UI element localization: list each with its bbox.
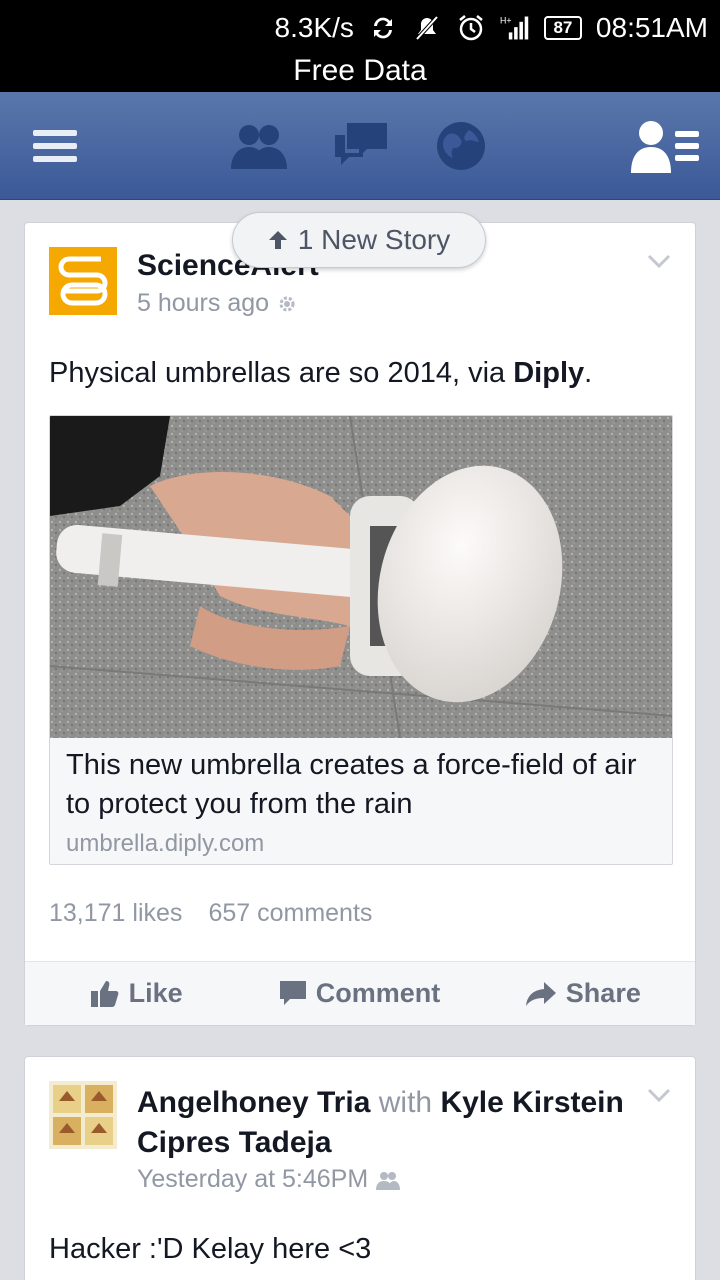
- feed-story-card: ScienceAlert 5 hours ago Physical umbrel…: [24, 222, 696, 1026]
- umbrella-photo: [50, 416, 672, 738]
- menu-icon: [33, 130, 77, 162]
- likes-count[interactable]: 13,171 likes: [49, 899, 182, 928]
- notifications-globe-icon: [437, 122, 485, 170]
- comment-button[interactable]: Comment: [248, 962, 471, 1025]
- arrow-up-icon: [268, 231, 287, 249]
- settings-gear-icon: [279, 296, 295, 311]
- comment-bubble-icon: [279, 980, 306, 1005]
- story-text: Physical umbrellas are so 2014, via Dipl…: [49, 357, 593, 389]
- status-icons: 8.3K/s H+ 87 08:51AM: [275, 10, 708, 46]
- link-domain: umbrella.diply.com: [66, 830, 265, 857]
- chevron-down-icon[interactable]: [647, 1087, 671, 1103]
- new-story-button[interactable]: 1 New Story: [232, 212, 486, 268]
- svg-text:H+: H+: [500, 16, 512, 26]
- diply-link[interactable]: Diply: [513, 357, 584, 389]
- top-navigation-bar: [0, 92, 720, 200]
- carrier-banner: Free Data: [293, 54, 427, 87]
- clock: 08:51AM: [595, 12, 708, 43]
- story-timestamp[interactable]: Yesterday at 5:46PM: [137, 1165, 401, 1194]
- status-bar: 8.3K/s H+ 87 08:51AM Free Data: [0, 0, 720, 92]
- messages-icon: [335, 123, 387, 165]
- friend-requests-icon: [231, 125, 287, 169]
- story-actions: Like Comment Share: [25, 961, 695, 1025]
- signal-icon: H+: [500, 13, 530, 43]
- notifications-button[interactable]: [426, 112, 496, 180]
- sync-icon: [368, 13, 398, 43]
- share-arrow-icon: [525, 981, 556, 1006]
- author-name[interactable]: Angelhoney Tria: [137, 1086, 370, 1119]
- comments-count[interactable]: 657 comments: [208, 899, 372, 928]
- story-author: Angelhoney Tria with Kyle Kirstein Cipre…: [137, 1086, 624, 1159]
- battery-icon: 87: [543, 16, 582, 40]
- share-button[interactable]: Share: [472, 962, 695, 1025]
- network-speed: 8.3K/s: [274, 12, 354, 43]
- alarm-icon: [456, 13, 486, 43]
- thumbs-up-icon: [90, 980, 119, 1007]
- scincealert-avatar[interactable]: [49, 247, 117, 315]
- story-stats: 13,171 likes 657 comments: [49, 899, 372, 928]
- friends-privacy-icon: [376, 1171, 401, 1190]
- angelhoney-avatar[interactable]: [49, 1081, 117, 1149]
- friends-list-icon: [631, 121, 699, 173]
- chevron-down-icon[interactable]: [647, 253, 671, 269]
- feed-story-card: Angelhoney Tria with Kyle Kirstein Cipre…: [24, 1056, 696, 1280]
- story-timestamp[interactable]: 5 hours ago: [137, 289, 297, 318]
- link-title: This new umbrella creates a force-field …: [66, 749, 637, 820]
- story-text: Hacker :'D Kelay here <3: [49, 1233, 372, 1265]
- messages-button[interactable]: [326, 112, 396, 180]
- muted-icon: [412, 13, 442, 43]
- link-attachment[interactable]: This new umbrella creates a force-field …: [49, 415, 673, 865]
- menu-button[interactable]: [24, 112, 86, 180]
- friends-list-button[interactable]: [626, 112, 706, 180]
- like-button[interactable]: Like: [25, 962, 248, 1025]
- friend-requests-button[interactable]: [224, 112, 294, 180]
